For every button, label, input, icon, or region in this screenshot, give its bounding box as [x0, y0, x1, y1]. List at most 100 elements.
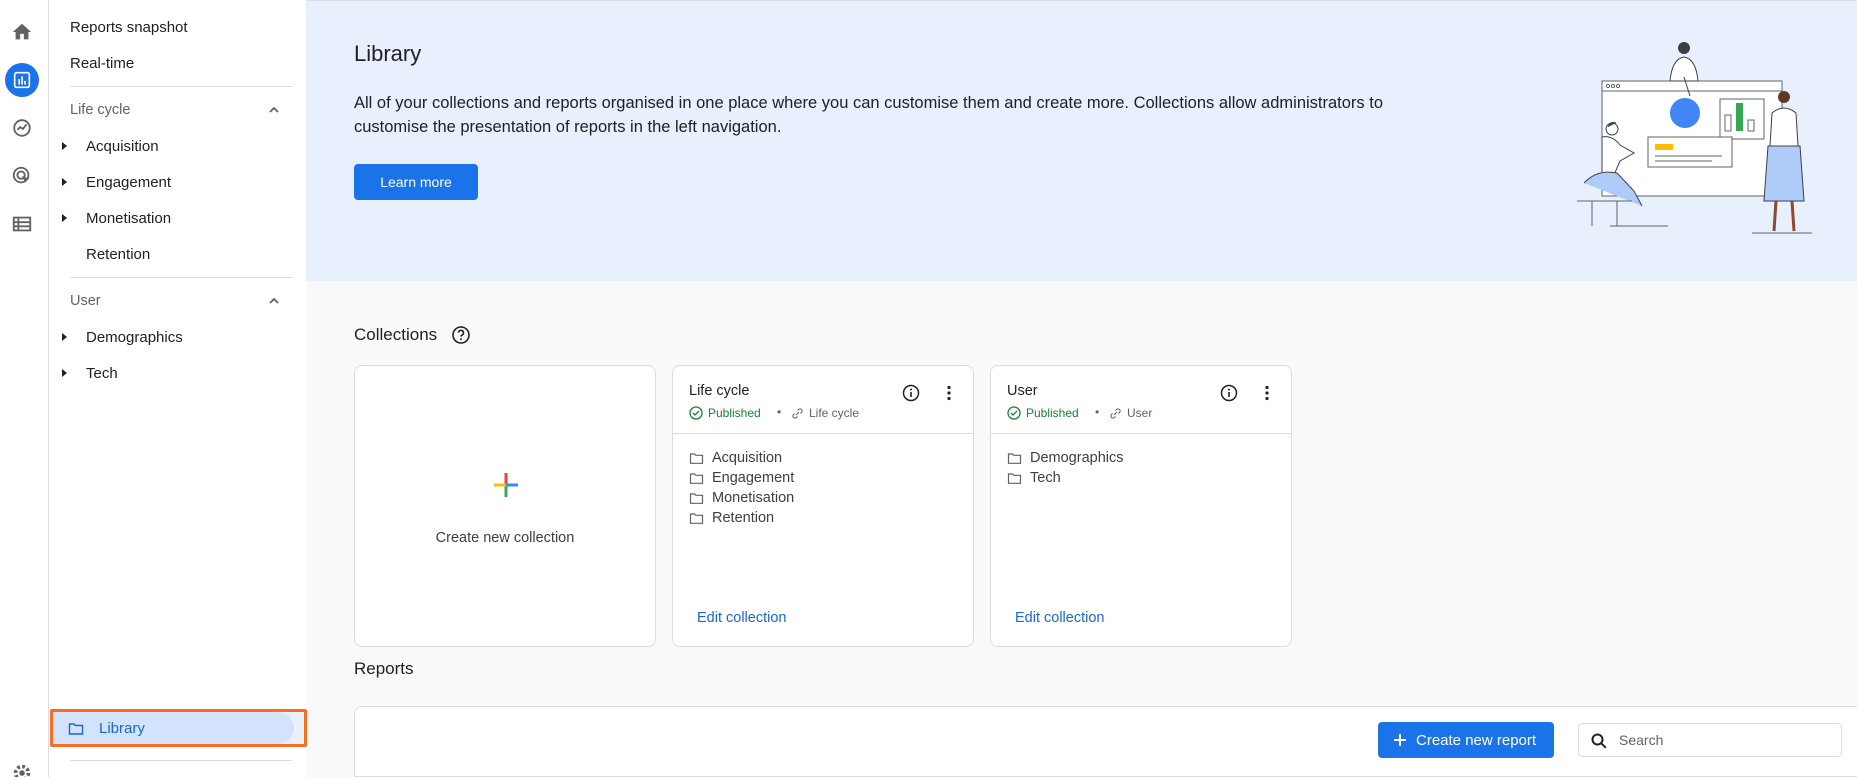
folder-name: Tech	[1030, 470, 1061, 486]
explore-icon[interactable]	[5, 111, 39, 145]
folder-name: Demographics	[1030, 450, 1124, 466]
nav-section-title: Life cycle	[70, 102, 131, 118]
plus-icon	[1394, 734, 1406, 746]
nav-label: Tech	[86, 364, 118, 382]
status-badge: Published	[689, 406, 761, 420]
card-title: Life cycle	[689, 383, 750, 399]
nav-engagement[interactable]: Engagement	[49, 164, 306, 200]
template-label: User	[1109, 406, 1152, 420]
create-report-label: Create new report	[1416, 731, 1537, 749]
expand-arrow-icon	[62, 333, 67, 341]
library-hero: Library All of your collections and repo…	[306, 0, 1857, 281]
nav-section-life-cycle[interactable]: Life cycle	[49, 92, 306, 128]
expand-arrow-icon	[62, 178, 67, 186]
check-circle-icon	[689, 406, 703, 420]
folder-name: Acquisition	[712, 450, 783, 466]
create-new-report-button[interactable]: Create new report	[1378, 722, 1554, 758]
nav-label: Retention	[86, 245, 151, 263]
nav-real-time[interactable]: Real-time	[49, 45, 306, 81]
library-highlight	[53, 712, 294, 744]
configure-icon[interactable]	[5, 207, 39, 241]
template-text: Life cycle	[809, 406, 860, 420]
folder-icon	[689, 512, 704, 524]
collections-title: Collections	[354, 325, 438, 344]
status-badge: Published	[1007, 406, 1079, 420]
folder-name: Retention	[712, 510, 775, 526]
info-icon[interactable]	[901, 383, 921, 403]
folder-list: Acquisition Engagement Monetisation Rete…	[689, 448, 794, 528]
more-vert-icon[interactable]	[1257, 383, 1277, 403]
folder-item: Tech	[1007, 468, 1124, 488]
chevron-up-icon	[269, 106, 279, 113]
folder-list: Demographics Tech	[1007, 448, 1124, 488]
separator-dot: •	[1095, 405, 1100, 419]
nav-section-title: User	[70, 293, 101, 309]
folder-icon	[68, 723, 84, 735]
search-icon	[1591, 733, 1607, 749]
nav-library[interactable]: Library	[50, 709, 307, 747]
nav-divider	[70, 86, 292, 87]
more-vert-icon[interactable]	[939, 383, 959, 403]
expand-arrow-icon	[62, 142, 67, 150]
template-text: User	[1127, 406, 1153, 420]
folder-icon	[689, 492, 704, 504]
nav-tech[interactable]: Tech	[49, 355, 306, 391]
collection-card-life-cycle: Life cycle Published • Life cycle Acquis…	[672, 365, 974, 647]
create-collection-label: Create new collection	[435, 530, 575, 546]
info-icon[interactable]	[1219, 383, 1239, 403]
home-icon[interactable]	[5, 15, 39, 49]
folder-icon	[1007, 452, 1022, 464]
side-navigation: Reports snapshot Real-time Life cycle Ac…	[49, 0, 307, 777]
separator-dot: •	[777, 405, 782, 419]
search-input[interactable]	[1619, 730, 1829, 750]
link-icon	[792, 407, 803, 419]
collection-card-user: User Published • User Demographics Tech …	[990, 365, 1292, 647]
nav-label: Engagement	[86, 173, 172, 191]
card-title: User	[1007, 383, 1038, 399]
nav-label: Library	[99, 719, 145, 737]
expand-arrow-icon	[62, 369, 67, 377]
reports-title: Reports	[354, 659, 414, 678]
check-circle-icon	[1007, 406, 1021, 420]
folder-item: Acquisition	[689, 448, 794, 468]
nav-label: Reports snapshot	[70, 18, 188, 36]
advertising-icon[interactable]	[5, 159, 39, 193]
folder-item: Engagement	[689, 468, 794, 488]
edit-collection-link[interactable]: Edit collection	[697, 610, 786, 626]
help-icon[interactable]	[451, 325, 471, 345]
nav-label: Demographics	[86, 328, 183, 346]
status-text: Published	[1026, 406, 1079, 420]
folder-name: Monetisation	[712, 490, 795, 506]
template-label: Life cycle	[791, 406, 859, 420]
edit-collection-link[interactable]: Edit collection	[1015, 610, 1104, 626]
settings-icon[interactable]	[11, 762, 33, 777]
reports-search	[1578, 723, 1842, 757]
folder-item: Demographics	[1007, 448, 1124, 468]
folder-icon	[689, 452, 704, 464]
left-rail	[0, 0, 49, 777]
nav-divider	[70, 760, 292, 761]
nav-monetisation[interactable]: Monetisation	[49, 200, 306, 236]
status-text: Published	[708, 406, 761, 420]
page-title: Library	[354, 41, 422, 66]
create-new-collection-card[interactable]: Create new collection	[354, 365, 656, 647]
link-icon	[1110, 407, 1121, 419]
library-illustration-icon	[1577, 42, 1812, 234]
card-header: Life cycle Published • Life cycle	[673, 366, 973, 434]
nav-label: Real-time	[70, 54, 135, 72]
nav-retention[interactable]: Retention	[49, 236, 306, 272]
expand-arrow-icon	[62, 214, 67, 222]
reports-icon[interactable]	[5, 63, 39, 97]
nav-divider	[70, 277, 292, 278]
folder-item: Retention	[689, 508, 794, 528]
chevron-up-icon	[269, 297, 279, 304]
nav-demographics[interactable]: Demographics	[49, 319, 306, 355]
nav-acquisition[interactable]: Acquisition	[49, 128, 306, 164]
plus-icon	[494, 473, 518, 497]
nav-reports-snapshot[interactable]: Reports snapshot	[49, 9, 306, 45]
hero-description: All of your collections and reports orga…	[354, 94, 1384, 136]
folder-icon	[689, 472, 704, 484]
learn-more-button[interactable]: Learn more	[354, 164, 478, 200]
folder-item: Monetisation	[689, 488, 794, 508]
nav-section-user[interactable]: User	[49, 283, 306, 319]
